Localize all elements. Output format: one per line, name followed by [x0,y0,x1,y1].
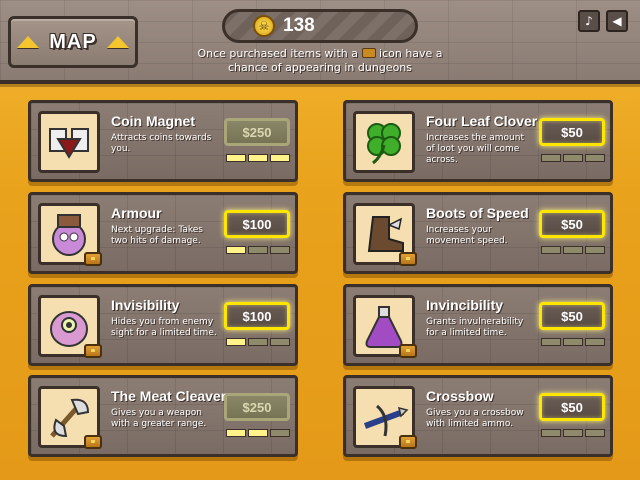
item-description: Gives you a crossbow with limited ammo. [426,408,524,429]
sound-toggle-button[interactable]: ◀ [606,10,628,32]
item-name: Boots of Speed [426,205,529,221]
speaker-icon: ◀ [612,14,622,28]
buy-button[interactable]: $50 [539,118,605,146]
upgrade-level-bar [541,154,605,162]
buy-button[interactable]: $100 [224,210,290,238]
item-description: Grants invulnerability for a limited tim… [426,317,524,338]
chest-icon [84,435,102,449]
shop-item: Boots of Speed Increases your movement s… [343,192,613,274]
coin-count: 138 [283,15,315,36]
item-icon-frame [38,295,102,358]
upgrade-level-segment [563,154,583,162]
upgrade-level-segment [248,429,268,437]
buy-button[interactable]: $250 [224,118,290,146]
item-name: Armour [111,205,162,221]
buy-button[interactable]: $250 [224,393,290,421]
item-description: Next upgrade: Takes two hits of damage. [111,225,203,246]
music-toggle-button[interactable]: ♪ [578,10,600,32]
upgrade-level-segment [563,429,583,437]
item-name: The Meat Cleaver [111,388,227,404]
upgrade-level-bar [541,338,605,346]
upgrade-level-segment [226,338,246,346]
shop-item: Invincibility Grants invulnerability for… [343,284,613,366]
item-name: Four Leaf Clover [426,113,538,129]
item-description: Increases the amount of loot you will co… [426,133,524,165]
item-name: Invincibility [426,297,504,313]
item-icon-frame [353,203,417,266]
shop-item: The Meat Cleaver Gives you a weapon with… [28,375,298,457]
chest-icon [399,435,417,449]
chest-icon [84,252,102,266]
coin-magnet-icon [44,117,94,167]
upgrade-level-bar [541,429,605,437]
upgrade-level-segment [226,429,246,437]
chest-icon [399,344,417,358]
upgrade-level-segment [563,338,583,346]
map-button[interactable]: MAP [8,16,138,68]
buy-button[interactable]: $50 [539,393,605,421]
upgrade-level-segment [585,429,605,437]
upgrade-level-segment [541,154,561,162]
item-icon-frame [353,111,415,173]
item-icon-frame [38,203,102,266]
shop-item: Invisibility Hides you from enemy sight … [28,284,298,366]
item-description: Increases your movement speed. [426,225,508,246]
upgrade-level-segment [270,246,290,254]
upgrade-level-segment [585,338,605,346]
upgrade-level-segment [248,154,268,162]
item-description: Gives you a weapon with a greater range. [111,408,207,429]
upgrade-level-bar [541,246,605,254]
coin-counter: ☠ 138 [222,9,418,43]
item-description: Attracts coins towards you. [111,133,212,154]
item-name: Coin Magnet [111,113,195,129]
upgrade-level-segment [226,154,246,162]
item-description: Hides you from enemy sight for a limited… [111,317,217,338]
upgrade-level-segment [226,246,246,254]
upgrade-level-segment [248,338,268,346]
upgrade-level-segment [248,246,268,254]
shop-notice: Once purchased items with a icon have a … [190,47,450,75]
upgrade-level-segment [541,246,561,254]
upgrade-level-bar [226,429,290,437]
shop-item: Armour Next upgrade: Takes two hits of d… [28,192,298,274]
triangle-left-icon [17,36,40,48]
buy-button[interactable]: $100 [224,302,290,330]
item-icon-frame [353,295,417,358]
item-icon-frame [38,386,102,449]
item-name: Invisibility [111,297,180,313]
upgrade-level-bar [226,338,290,346]
map-label: MAP [49,30,97,53]
top-banner: MAP ☠ 138 Once purchased items with a ic… [0,0,640,84]
chest-icon [84,344,102,358]
buy-button[interactable]: $50 [539,210,605,238]
shop-item: Coin Magnet Attracts coins towards you. … [28,100,298,182]
chest-icon [399,252,417,266]
item-icon-frame [38,111,100,173]
clover-icon [359,117,409,167]
upgrade-level-segment [270,429,290,437]
skull-coin-icon: ☠ [253,15,275,37]
item-name: Crossbow [426,388,494,404]
upgrade-level-bar [226,246,290,254]
upgrade-level-segment [585,246,605,254]
upgrade-level-segment [585,154,605,162]
upgrade-level-segment [541,429,561,437]
upgrade-level-segment [563,246,583,254]
triangle-right-icon [106,36,129,48]
item-icon-frame [353,386,417,449]
upgrade-level-segment [270,338,290,346]
shop-item: Crossbow Gives you a crossbow with limit… [343,375,613,457]
upgrade-level-segment [270,154,290,162]
chest-icon [361,48,376,58]
upgrade-level-segment [541,338,561,346]
shop-item: Four Leaf Clover Increases the amount of… [343,100,613,182]
buy-button[interactable]: $50 [539,302,605,330]
music-note-icon: ♪ [585,14,593,28]
notice-text-before: Once purchased items with a [197,47,359,60]
upgrade-level-bar [226,154,290,162]
